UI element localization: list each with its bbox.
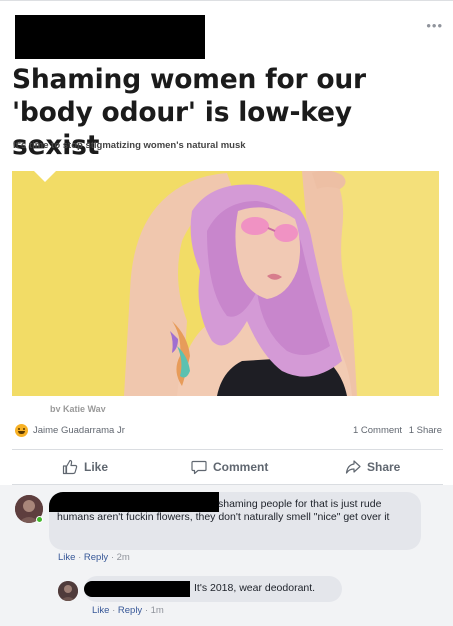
redacted-author-header <box>15 15 205 59</box>
thumbs-up-icon <box>62 459 78 475</box>
reply-timestamp[interactable]: 1m <box>151 605 164 616</box>
speech-bubble-icon <box>191 460 207 475</box>
comment-bubble: shaming people for that is just rude hum… <box>49 492 421 550</box>
share-label: Share <box>367 460 401 474</box>
post-card: ••• Shaming women for our 'body odour' i… <box>0 0 453 626</box>
comment-count[interactable]: 1 Comment <box>353 425 402 436</box>
reply-actions: Like · Reply · 1m <box>92 605 164 616</box>
comment-reply-link[interactable]: Reply <box>84 552 108 563</box>
reply-bubble: It's 2018, wear deodorant. <box>84 576 342 602</box>
reply-reply-link[interactable]: Reply <box>118 605 142 616</box>
comment-actions: Like · Reply · 2m <box>58 552 130 563</box>
comment-button[interactable]: Comment <box>191 459 268 475</box>
woman-photo-illustration <box>12 171 439 396</box>
like-label: Like <box>84 460 109 474</box>
share-count[interactable]: 1 Share <box>409 425 442 436</box>
share-arrow-icon <box>345 460 361 474</box>
photo-notch <box>34 171 56 182</box>
haha-reaction-icon[interactable] <box>15 424 28 437</box>
share-button[interactable]: Share <box>345 459 400 475</box>
redacted-reply-name <box>84 581 190 597</box>
action-bar: Like Comment Share <box>12 449 443 485</box>
comment-timestamp[interactable]: 2m <box>117 552 130 563</box>
reaction-summary: Jaime Guadarrama Jr 1 Comment 1 Share <box>12 421 443 441</box>
article-byline: by Katie Way <box>50 404 106 412</box>
comment-like-link[interactable]: Like <box>58 552 75 563</box>
comment-label: Comment <box>213 460 269 474</box>
byline-strip: by Katie Way <box>12 396 439 412</box>
article-subheadline: It's time to stop stigmatizing women's n… <box>13 140 246 151</box>
ellipsis-icon[interactable]: ••• <box>426 19 443 32</box>
reactor-name[interactable]: Jaime Guadarrama Jr <box>33 425 125 436</box>
comment-text: shaming people for that is just rude hum… <box>57 498 390 523</box>
comments-section: shaming people for that is just rude hum… <box>0 485 453 626</box>
like-button[interactable]: Like <box>62 459 108 475</box>
reply-like-link[interactable]: Like <box>92 605 109 616</box>
reply-avatar[interactable] <box>58 581 78 601</box>
article-photo[interactable] <box>12 171 439 396</box>
reply-text: It's 2018, wear deodorant. <box>194 582 316 594</box>
online-status-indicator <box>36 516 43 523</box>
engagement-counts: 1 Comment 1 Share <box>349 425 442 436</box>
